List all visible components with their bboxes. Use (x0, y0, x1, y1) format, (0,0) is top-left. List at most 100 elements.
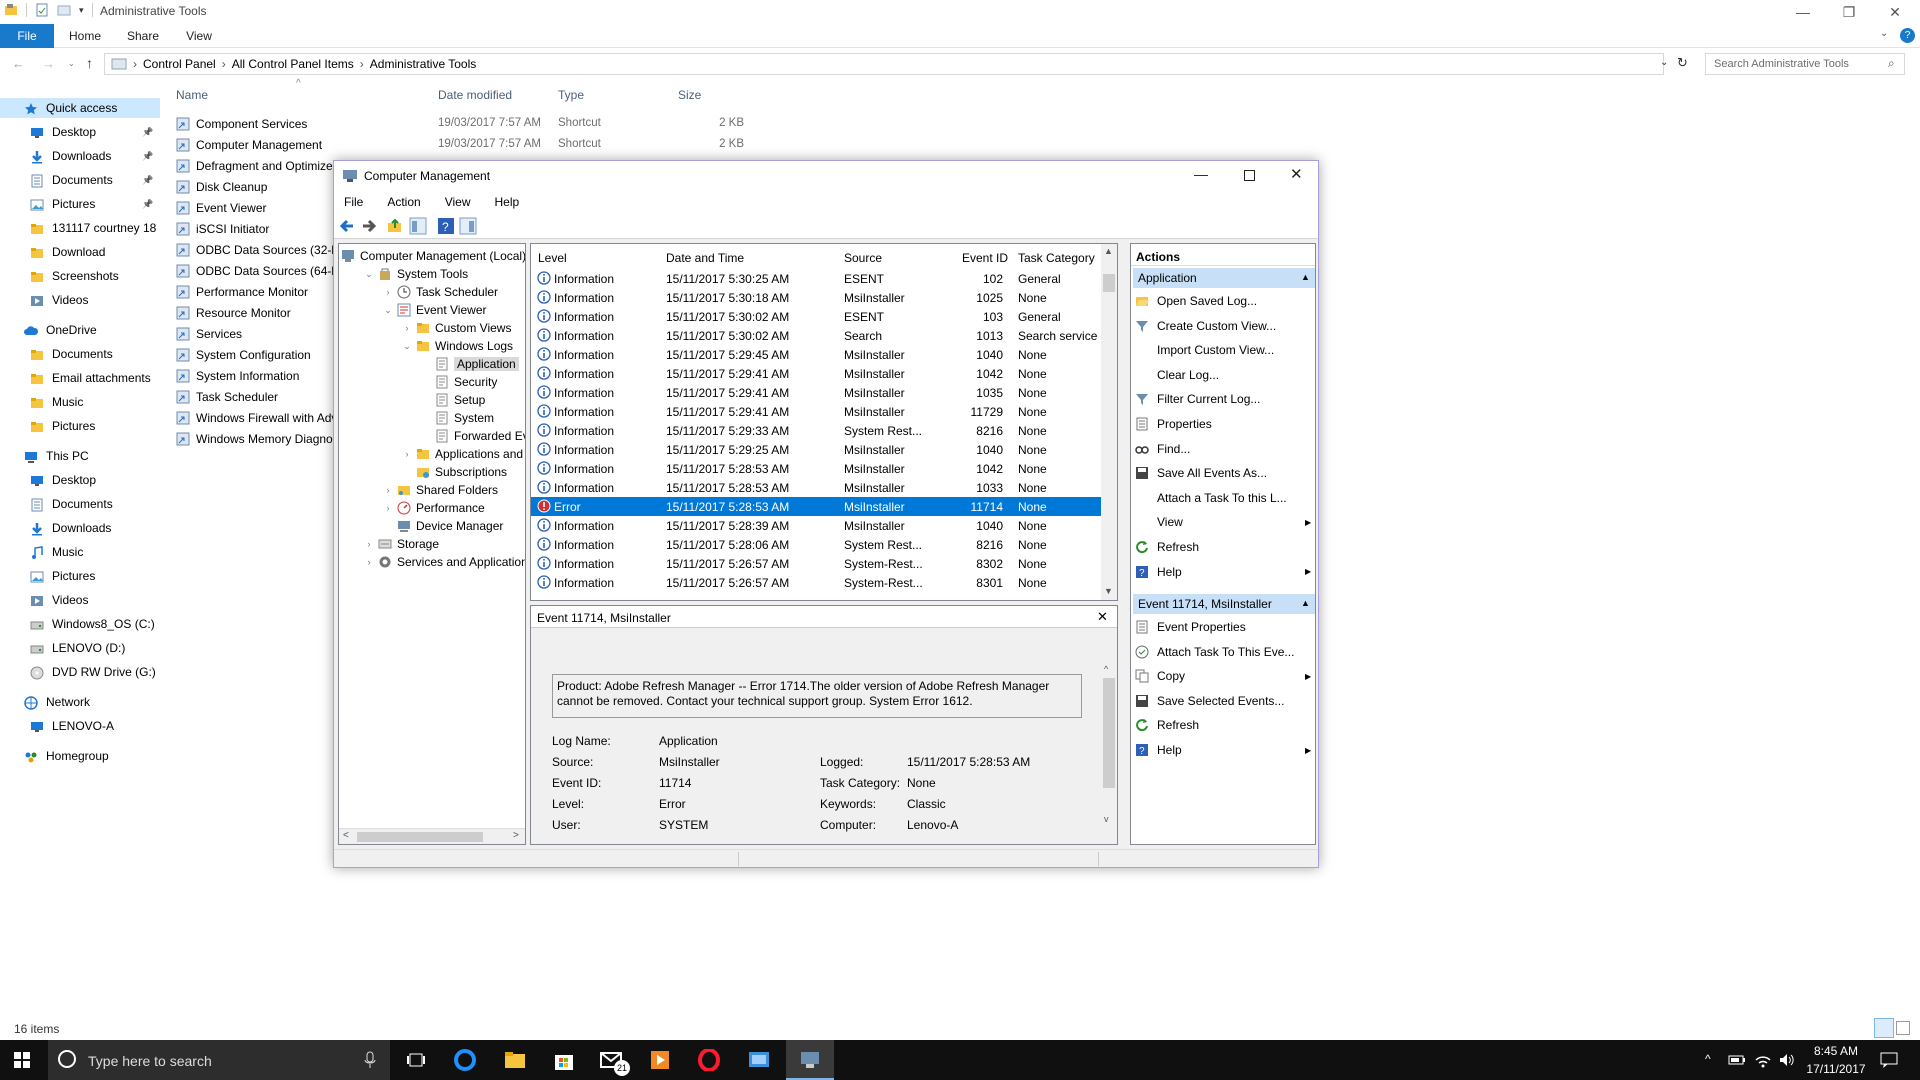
nav-item-quick-access[interactable]: Quick access (0, 98, 160, 118)
event-row[interactable]: Information 15/11/2017 5:28:39 AM MsiInsta… (531, 516, 1101, 535)
help-topics-icon[interactable]: ? (437, 217, 455, 235)
file-row[interactable]: Event Viewer (176, 198, 336, 218)
file-row[interactable]: Task Scheduler (176, 387, 336, 407)
cm-minimize-button[interactable]: — (1194, 166, 1208, 182)
expand-toggle-icon[interactable]: ⌄ (383, 305, 393, 316)
tree-node-event-viewer[interactable]: ⌄ Event Viewer (383, 301, 486, 319)
new-folder-icon[interactable] (57, 3, 71, 17)
file-row[interactable]: iSCSI Initiator (176, 219, 336, 239)
nav-item-windows8-os-c[interactable]: Windows8_OS (C:) (0, 614, 160, 634)
column-type[interactable]: Type (558, 88, 584, 102)
file-row[interactable]: Windows Memory Diagnostic (176, 429, 336, 449)
file-row[interactable]: Windows Firewall with Advanced Security (176, 408, 336, 428)
event-row[interactable]: Information 15/11/2017 5:29:41 AM MsiInsta… (531, 364, 1101, 383)
up-one-level-icon[interactable] (387, 218, 403, 234)
event-row[interactable]: Information 15/11/2017 5:30:25 AM ESENT 102… (531, 269, 1101, 288)
nav-item-download[interactable]: Download (0, 242, 160, 262)
nav-item-downloads[interactable]: Downloads (0, 518, 160, 538)
file-row[interactable]: Services (176, 324, 336, 344)
nav-item-pictures[interactable]: Pictures (0, 416, 160, 436)
taskbar-search-box[interactable]: Type here to search (48, 1040, 390, 1080)
store-icon[interactable] (554, 1049, 574, 1071)
action-event-properties[interactable]: Event Properties (1135, 616, 1315, 638)
pin-icon[interactable]: 📌 (142, 199, 153, 210)
tree-node-subscriptions[interactable]: Subscriptions (402, 463, 507, 481)
tree-horizontal-scrollbar[interactable]: < > (339, 828, 525, 844)
expand-toggle-icon[interactable]: ⌄ (364, 269, 374, 280)
event-row[interactable]: Information 15/11/2017 5:29:41 AM MsiInsta… (531, 402, 1101, 421)
nav-item-network[interactable]: Network (0, 692, 160, 712)
pin-icon[interactable]: 📌 (142, 127, 153, 138)
event-row[interactable]: Information 15/11/2017 5:26:57 AM System-R… (531, 573, 1101, 592)
file-row[interactable]: Disk Cleanup (176, 177, 336, 197)
event-detail-close-icon[interactable]: ✕ (1097, 609, 1108, 625)
event-row[interactable]: Information 15/11/2017 5:29:41 AM MsiInsta… (531, 383, 1101, 402)
refresh-icon[interactable]: ↻ (1677, 55, 1688, 71)
menu-file[interactable]: File (344, 195, 363, 209)
pin-icon[interactable]: 📌 (142, 151, 153, 162)
computer-management-taskbar-button[interactable] (786, 1040, 834, 1080)
file-row[interactable]: Performance Monitor (176, 282, 336, 302)
back-icon[interactable]: ← (12, 56, 25, 71)
nav-item-lenovo-d[interactable]: LENOVO (D:) (0, 638, 160, 658)
file-row[interactable]: ODBC Data Sources (64-bit) (176, 261, 336, 281)
tree-node-system[interactable]: System (421, 409, 494, 427)
action-filter-current-log[interactable]: Filter Current Log... (1135, 388, 1315, 410)
nav-item-pictures[interactable]: Pictures 📌 (0, 194, 160, 214)
nav-item-desktop[interactable]: Desktop (0, 470, 160, 490)
cm-maximize-button[interactable] (1244, 170, 1255, 181)
pin-icon[interactable]: 📌 (142, 175, 153, 186)
detail-vertical-scrollbar[interactable]: ^ v (1101, 664, 1117, 844)
nav-item-documents[interactable]: Documents (0, 494, 160, 514)
scrollbar-thumb[interactable] (1103, 678, 1115, 788)
event-row[interactable]: Information 15/11/2017 5:30:02 AM Search 10… (531, 326, 1101, 345)
menu-action[interactable]: Action (387, 195, 420, 209)
nav-item-videos[interactable]: Videos (0, 290, 160, 310)
action-copy[interactable]: Copy ▶ (1135, 665, 1315, 687)
microphone-icon[interactable] (364, 1051, 376, 1069)
nav-item-desktop[interactable]: Desktop 📌 (0, 122, 160, 142)
nav-item-videos[interactable]: Videos (0, 590, 160, 610)
tab-file[interactable]: File (0, 24, 54, 48)
nav-item-email-attachments[interactable]: Email attachments (0, 368, 160, 388)
large-icons-view-button[interactable] (1896, 1021, 1910, 1035)
action-open-saved-log[interactable]: Open Saved Log... (1135, 290, 1315, 312)
media-player-icon[interactable] (650, 1050, 670, 1070)
breadcrumb-all-items[interactable]: All Control Panel Items (232, 57, 354, 71)
action-help[interactable]: ? Help ▶ (1135, 561, 1315, 583)
up-icon[interactable]: ↑ (86, 55, 93, 71)
action-view[interactable]: View ▶ (1135, 511, 1315, 533)
tree-node-services-and-applications[interactable]: › Services and Applications (364, 553, 526, 571)
actions-section-event[interactable]: Event 11714, MsiInstaller ▲ (1133, 594, 1315, 614)
tree-node-device-manager[interactable]: Device Manager (383, 517, 503, 535)
file-row[interactable]: Computer Management (176, 135, 336, 155)
battery-icon[interactable] (1728, 1053, 1746, 1067)
tree-node-storage[interactable]: › Storage (364, 535, 440, 553)
event-row[interactable]: Information 15/11/2017 5:26:57 AM System-R… (531, 554, 1101, 573)
nav-item-music[interactable]: Music (0, 542, 160, 562)
event-row[interactable]: Error 15/11/2017 5:28:53 AM MsiInstaller 11… (531, 497, 1101, 516)
event-row[interactable]: Information 15/11/2017 5:29:33 AM System R… (531, 421, 1101, 440)
event-col-source[interactable]: Source (844, 251, 882, 265)
expand-toggle-icon[interactable]: › (402, 323, 412, 333)
tree-node-system-tools[interactable]: ⌄ System Tools (364, 265, 468, 283)
collapse-icon[interactable]: ▲ (1301, 598, 1310, 608)
show-hidden-icons[interactable]: ^ (1705, 1052, 1711, 1066)
search-input[interactable]: Search Administrative Tools (1705, 53, 1905, 75)
action-find[interactable]: Find... (1135, 438, 1315, 460)
menu-help[interactable]: Help (495, 195, 520, 209)
nav-item-dvd-rw-drive-g-1[interactable]: DVD RW Drive (G:) 1 (0, 662, 160, 682)
tree-node-application[interactable]: Application (421, 355, 519, 373)
action-center-icon[interactable] (1880, 1052, 1898, 1068)
tree-node-computer-management-local[interactable]: Computer Management (Local) (341, 247, 525, 265)
tree-node-task-scheduler[interactable]: › Task Scheduler (383, 283, 499, 301)
file-row[interactable]: Component Services (176, 114, 336, 134)
minimize-button[interactable]: — (1780, 0, 1826, 24)
event-row[interactable]: Information 15/11/2017 5:30:18 AM MsiInsta… (531, 288, 1101, 307)
action-help[interactable]: ? Help ▶ (1135, 739, 1315, 761)
tree-node-performance[interactable]: › Performance (383, 499, 485, 517)
action-clear-log[interactable]: Clear Log... (1135, 364, 1315, 386)
volume-icon[interactable] (1778, 1052, 1796, 1068)
tree-node-shared-folders[interactable]: › Shared Folders (383, 481, 499, 499)
windows-start-icon[interactable] (14, 1052, 30, 1068)
